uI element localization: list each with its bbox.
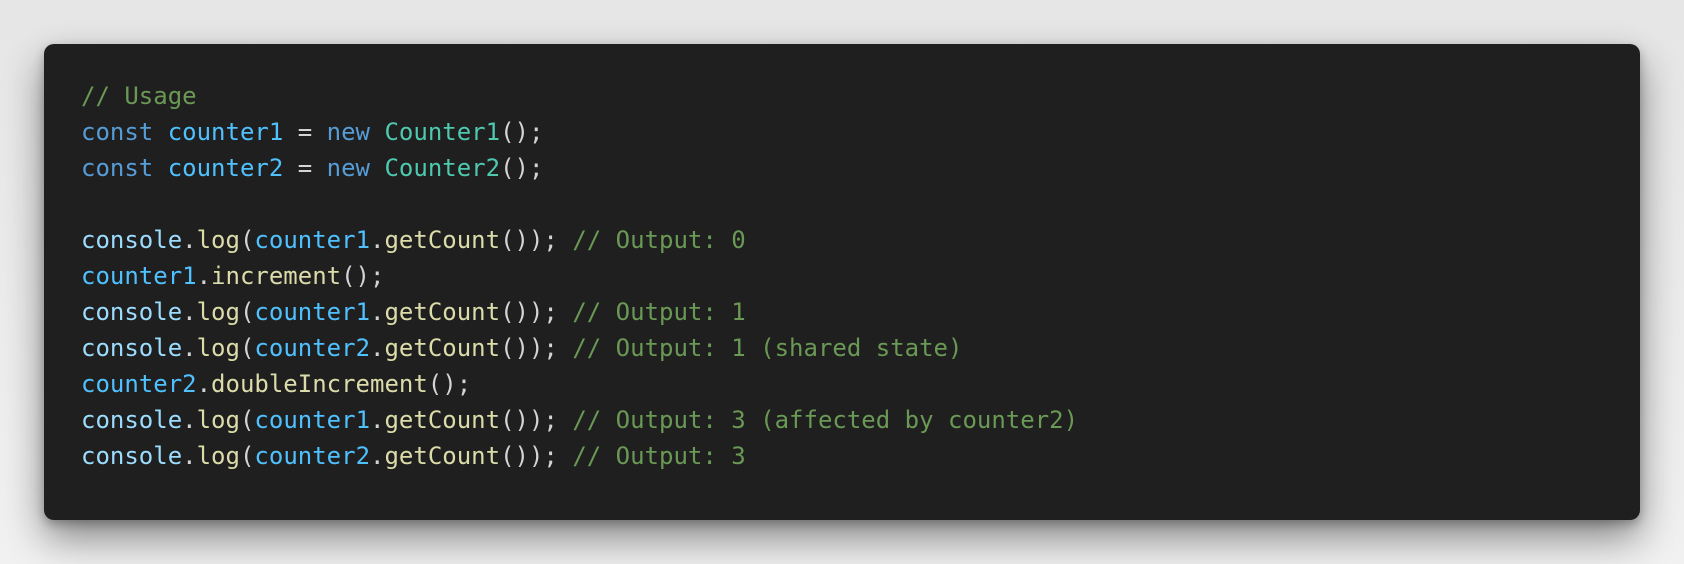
code-line: console.log(counter1.getCount()); // Out…	[81, 294, 1078, 330]
code-token-punct: .	[182, 226, 197, 254]
code-token-class: Counter1	[384, 118, 501, 146]
code-token-punct: .	[370, 334, 385, 362]
code-token-keyword: new	[326, 154, 371, 182]
code-token-method: log	[196, 442, 240, 470]
code-token-object: console	[81, 226, 183, 254]
code-token-punct: ());	[500, 406, 573, 434]
code-line: counter2.doubleIncrement();	[81, 366, 1078, 402]
code-token-punct: ());	[500, 334, 573, 362]
code-token-punct: .	[196, 262, 212, 290]
code-token-method: doubleIncrement	[211, 370, 428, 398]
code-token-punct: ());	[500, 226, 573, 254]
code-token-punct: .	[370, 298, 385, 326]
code-token-punct: (	[239, 334, 255, 362]
code-token-punct: =	[283, 118, 327, 146]
code-snippet-window: // Usage const counter1 = new Counter1();…	[44, 44, 1640, 520]
code-token-punct: =	[283, 154, 327, 182]
code-token-punct: ();	[427, 370, 472, 398]
code-token-punct	[370, 118, 384, 146]
code-token-punct: .	[182, 334, 197, 362]
code-token-punct: .	[182, 298, 197, 326]
code-token-variable: counter1	[254, 298, 371, 326]
code-token-punct	[370, 154, 384, 182]
code-token-method: getCount	[384, 406, 501, 434]
code-token-variable: counter2	[254, 442, 371, 470]
code-token-method: getCount	[384, 442, 501, 470]
code-line: const counter2 = new Counter2();	[81, 150, 1078, 186]
code-line: console.log(counter2.getCount()); // Out…	[81, 330, 1078, 366]
code-line: counter1.increment();	[81, 258, 1078, 294]
code-token-method: log	[196, 226, 240, 254]
code-token-punct: .	[182, 406, 197, 434]
code-line: const counter1 = new Counter1();	[81, 114, 1078, 150]
code-token-keyword: const	[81, 118, 154, 146]
code-token-comment: // Usage	[81, 82, 197, 110]
code-token-punct: (	[239, 442, 255, 470]
code-token-object: console	[81, 334, 183, 362]
code-token-comment: // Output: 0	[572, 226, 746, 254]
code-token-punct: .	[370, 442, 385, 470]
code-token-variable: counter2	[254, 334, 371, 362]
code-token-object: console	[81, 298, 183, 326]
code-token-variable: counter1	[254, 406, 371, 434]
code-token-punct: (	[239, 406, 255, 434]
code-token-punct: .	[196, 370, 212, 398]
code-token-punct: .	[370, 406, 385, 434]
code-token-punct: ());	[500, 298, 573, 326]
code-token-class: Counter2	[384, 154, 501, 182]
code-token-method: getCount	[384, 226, 501, 254]
code-token-method: log	[196, 334, 240, 362]
code-token-punct	[153, 118, 167, 146]
code-line: console.log(counter2.getCount()); // Out…	[81, 438, 1078, 474]
code-token-punct: .	[370, 226, 385, 254]
code-token-object: console	[81, 442, 183, 470]
code-token-method: getCount	[384, 334, 501, 362]
code-token-method: log	[196, 298, 240, 326]
code-line: // Usage	[81, 78, 1078, 114]
code-token-comment: // Output: 1 (shared state)	[572, 334, 963, 362]
code-token-punct: ();	[500, 154, 544, 182]
code-token-method: log	[196, 406, 240, 434]
code-token-variable: counter2	[167, 154, 284, 182]
code-token-keyword: new	[326, 118, 371, 146]
code-token-punct: .	[182, 442, 197, 470]
code-token-punct: (	[239, 298, 255, 326]
code-token-variable: counter2	[81, 370, 197, 398]
code-token-variable: counter1	[167, 118, 284, 146]
code-token-punct: ());	[500, 442, 573, 470]
code-block: // Usage const counter1 = new Counter1();…	[81, 78, 1078, 474]
code-token-method: increment	[211, 262, 342, 290]
code-line: console.log(counter1.getCount()); // Out…	[81, 222, 1078, 258]
code-token-punct: ();	[500, 118, 544, 146]
code-token-variable: counter1	[254, 226, 371, 254]
code-token-punct: (	[239, 226, 255, 254]
code-token-object: console	[81, 406, 183, 434]
code-token-variable: counter1	[81, 262, 197, 290]
code-token-punct	[153, 154, 167, 182]
code-token-comment: // Output: 1	[572, 298, 746, 326]
code-line: console.log(counter1.getCount()); // Out…	[81, 402, 1078, 438]
code-token-keyword: const	[81, 154, 154, 182]
code-token-comment: // Output: 3	[572, 442, 746, 470]
code-token-comment: // Output: 3 (affected by counter2)	[572, 406, 1079, 434]
code-token-method: getCount	[384, 298, 501, 326]
code-token-punct: ();	[341, 262, 385, 290]
